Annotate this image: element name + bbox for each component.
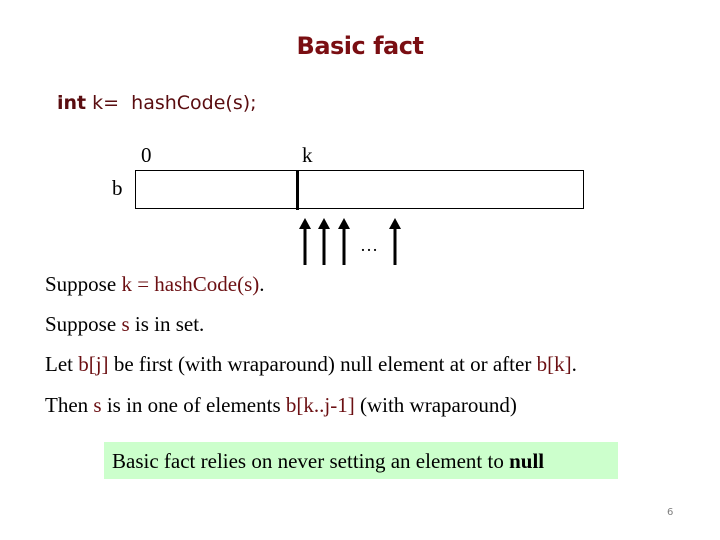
page-number: 6 <box>667 507 674 518</box>
text-fragment: Then <box>45 393 94 417</box>
code-fragment: s <box>93 393 102 417</box>
text-fragment: . <box>571 352 577 376</box>
code-line: int k= hashCode(s); <box>57 92 257 114</box>
text-line: Suppose k = hashCode(s). <box>45 272 265 297</box>
text-fragment: be first (with wraparound) null element … <box>108 352 537 376</box>
text-fragment: Suppose <box>45 312 122 336</box>
text-fragment: is in one of elements <box>101 393 286 417</box>
text-fragment: . <box>259 272 265 296</box>
index-zero-label: 0 <box>141 143 152 167</box>
code-keyword: int <box>57 92 87 114</box>
ellipsis: … <box>360 235 378 255</box>
text-line: Then s is in one of elements b[k..j-1] (… <box>45 393 517 418</box>
probe-arrows: … <box>299 218 401 265</box>
slide-title: Basic fact <box>296 32 424 60</box>
code-fragment: s <box>121 312 130 336</box>
text-fragment: (with wraparound) <box>354 393 517 417</box>
up-arrow-icon <box>318 218 330 265</box>
index-k-label: k <box>302 143 313 167</box>
up-arrow-icon <box>299 218 311 265</box>
note-bold: null <box>509 449 545 473</box>
text-fragment: Let <box>45 352 79 376</box>
text-fragment: Suppose <box>45 272 122 296</box>
up-arrow-icon <box>389 218 401 265</box>
array-box <box>135 170 584 209</box>
note-text: Basic fact relies on never setting an el… <box>112 449 510 473</box>
array-name-label: b <box>112 176 123 200</box>
k-divider <box>296 170 299 210</box>
note-box: Basic fact relies on never setting an el… <box>104 442 618 479</box>
code-fragment: b[k] <box>536 352 572 376</box>
text-line: Suppose s is in set. <box>45 312 204 337</box>
code-rest: k= hashCode(s); <box>86 92 257 114</box>
code-fragment: k = hashCode(s) <box>121 272 260 296</box>
up-arrow-icon <box>338 218 350 265</box>
text-line: Let b[j] be first (with wraparound) null… <box>45 352 577 377</box>
code-fragment: b[k..j-1] <box>285 393 355 417</box>
code-fragment: b[j] <box>78 352 109 376</box>
text-fragment: is in set. <box>129 312 205 336</box>
